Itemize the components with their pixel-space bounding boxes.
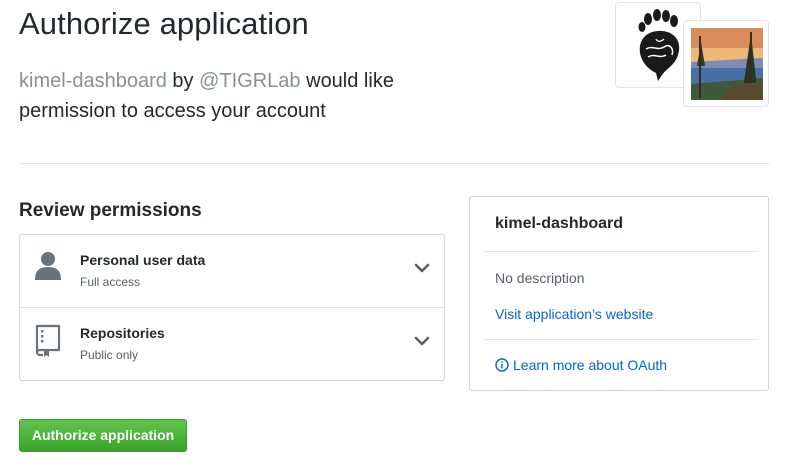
app-website-link[interactable]: Visit application’s website: [495, 306, 653, 322]
info-icon: [495, 358, 509, 372]
permission-item-repositories[interactable]: Repositories Public only: [20, 308, 444, 381]
permission-access: Full access: [80, 275, 141, 289]
app-logos: [615, 2, 775, 112]
permission-name: Personal user data: [80, 252, 206, 268]
app-info-title: kimel-dashboard: [495, 215, 624, 232]
permission-name: Repositories: [80, 325, 165, 341]
by-text: by: [166, 70, 200, 92]
divider: [484, 339, 759, 340]
app-info-panel: kimel-dashboard No description Visit app…: [469, 196, 769, 391]
person-icon: [35, 252, 61, 280]
app-name-link[interactable]: kimel-dashboard: [19, 70, 167, 92]
divider: [19, 163, 769, 164]
authorize-application-button[interactable]: Authorize application: [19, 419, 187, 452]
chevron-down-icon[interactable]: [413, 334, 431, 348]
divider: [484, 251, 759, 252]
learn-oauth-link[interactable]: Learn more about OAuth: [495, 357, 667, 373]
review-permissions-heading: Review permissions: [19, 200, 202, 221]
learn-oauth-label: Learn more about OAuth: [513, 357, 668, 373]
owner-link[interactable]: @TIGRLab: [199, 70, 300, 92]
permission-item-personal-user-data[interactable]: Personal user data Full access: [20, 235, 444, 308]
page-title: Authorize application: [19, 6, 309, 41]
authorization-request-text: kimel-dashboard by @TIGRLab would like p…: [19, 66, 439, 126]
permissions-list: Personal user data Full access Repositor…: [19, 234, 445, 381]
chevron-down-icon[interactable]: [413, 261, 431, 275]
landscape-painting-logo: [691, 28, 763, 100]
app-avatar: [683, 20, 769, 107]
app-description: No description: [495, 270, 585, 286]
repo-icon: [35, 324, 61, 357]
permission-access: Public only: [80, 348, 139, 362]
